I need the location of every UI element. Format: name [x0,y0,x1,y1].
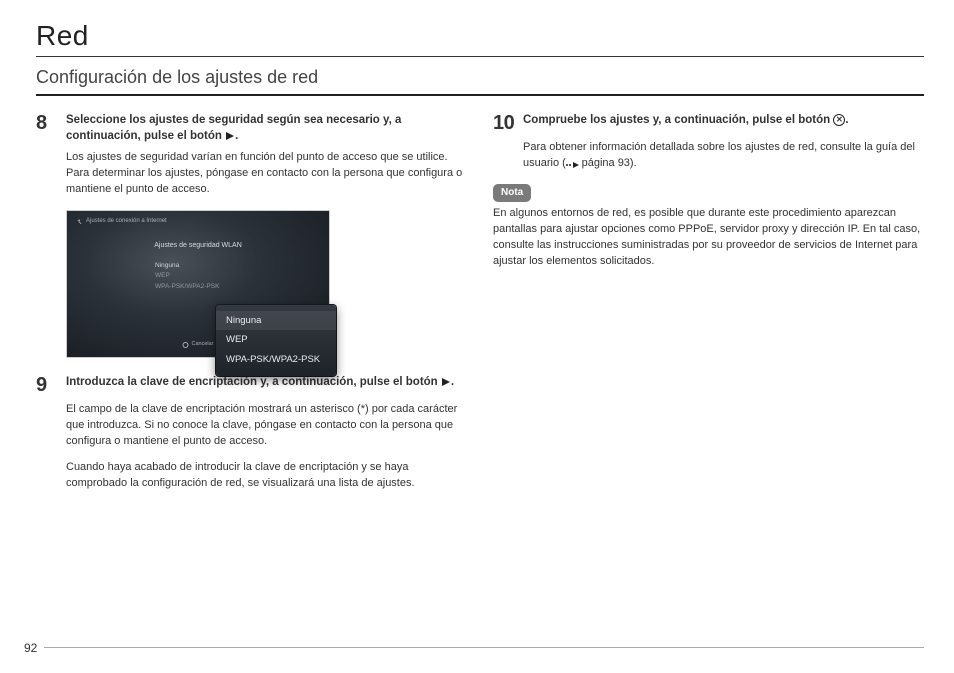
step-10-heading: Compruebe los ajustes y, a continuación,… [523,112,849,128]
x-button-icon: ✕ [833,114,845,126]
section-title: Configuración de los ajustes de red [36,67,924,88]
right-arrow-icon [442,378,450,386]
screenshot-breadcrumb: Ajustes de conexión a Internet [75,217,167,226]
tools-icon [75,218,82,225]
step-number-10: 10 [493,112,519,134]
screenshot-fields: Ninguna WEP WPA-PSK/WPA2-PSK [155,261,219,292]
cross-ref-icon [566,162,579,168]
screenshot-field-3: WPA-PSK/WPA2-PSK [155,282,219,292]
screenshot-field-1: Ninguna [155,261,219,271]
step-9-paragraph-1: El campo de la clave de encriptación mos… [66,402,467,450]
step-number-8: 8 [36,112,62,134]
step-10-body: Para obtener información detallada sobre… [523,140,924,172]
step-10-header: 10 Compruebe los ajustes y, a continuaci… [493,112,924,134]
note-badge: Nota [493,184,531,203]
screenshot-hint-text: Cancelar [191,341,213,349]
circle-icon [182,342,188,348]
step-10-head-text: Compruebe los ajustes y, a continuación,… [523,114,833,126]
two-column-layout: 8 Seleccione los ajustes de seguridad se… [36,112,924,504]
step-8-tail: . [235,130,238,142]
footer-rule [44,647,924,648]
note-block: Nota En algunos entornos de red, es posi… [493,184,924,270]
step-9-heading: Introduzca la clave de encriptación y, a… [66,374,454,390]
popup-option-ninguna: Ninguna [216,311,336,331]
note-text: En algunos entornos de red, es posible q… [493,206,924,270]
step-9-body: El campo de la clave de encriptación mos… [66,402,467,492]
right-arrow-icon [226,132,234,140]
screenshot-header: Ajustes de seguridad WLAN [154,241,242,251]
step-10-tail: . [845,114,848,126]
popup-option-wpa: WPA-PSK/WPA2-PSK [216,350,336,370]
step-9-paragraph-2: Cuando haya acabado de introducir la cla… [66,460,467,492]
step-10-text-b: página 93). [579,157,637,169]
step-number-9: 9 [36,374,62,396]
step-9-tail: . [451,376,454,388]
screenshot-field-2: WEP [155,271,219,281]
step-8-paragraph: Los ajustes de seguridad varían en funci… [66,150,467,198]
column-left: 8 Seleccione los ajustes de seguridad se… [36,112,467,504]
column-right: 10 Compruebe los ajustes y, a continuaci… [493,112,924,504]
step-9-head-text: Introduzca la clave de encriptación y, a… [66,376,441,388]
step-8-heading: Seleccione los ajustes de seguridad segú… [66,112,467,144]
rule-section [36,94,924,96]
screenshot-breadcrumb-text: Ajustes de conexión a Internet [86,217,167,226]
security-options-popup: Ninguna WEP WPA-PSK/WPA2-PSK [216,305,336,376]
screenshot-security-settings: Ajustes de conexión a Internet Ajustes d… [66,210,330,358]
page-number: 92 [24,641,37,655]
step-10-paragraph: Para obtener información detallada sobre… [523,140,924,172]
popup-option-wep: WEP [216,330,336,350]
rule-top [36,56,924,57]
page-title: Red [36,20,924,52]
screenshot-hint: Cancelar [182,341,213,349]
step-8-header: 8 Seleccione los ajustes de seguridad se… [36,112,467,144]
step-8-body: Los ajustes de seguridad varían en funci… [66,150,467,198]
step-9-header: 9 Introduzca la clave de encriptación y,… [36,374,467,396]
